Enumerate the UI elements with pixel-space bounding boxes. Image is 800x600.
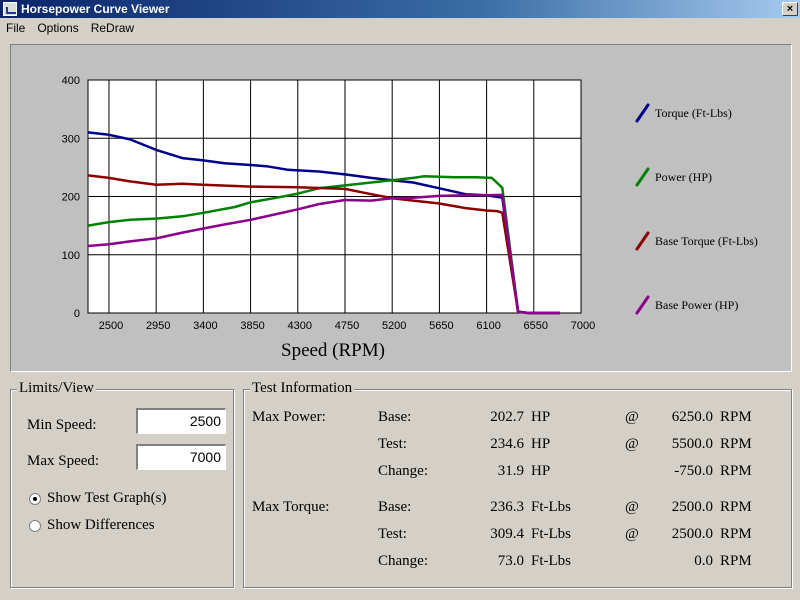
close-button[interactable]: × bbox=[782, 2, 798, 16]
horsepower-chart: 0 100 200 300 400 2500 2950 3400 3850 4300 4750 520… bbox=[62, 75, 758, 361]
torque-base-unit: Ft-Lbs bbox=[531, 499, 572, 515]
max-speed-input[interactable]: 7000 bbox=[136, 444, 226, 470]
x-tick-label: 3400 bbox=[193, 320, 217, 332]
chart-legend: Torque (Ft-Lbs) Power (HP) Base Torque (Ft… bbox=[635, 103, 758, 315]
show-differences-label: Show Differences bbox=[47, 517, 155, 533]
power-change-unit: HP bbox=[531, 463, 551, 479]
power-base-unit: HP bbox=[531, 409, 551, 425]
legend-label-4: Base Power (HP) bbox=[655, 298, 738, 312]
test-information-group: Test Information Max Power: Max Torque: … bbox=[243, 380, 792, 588]
x-tick-label: 2950 bbox=[146, 320, 170, 332]
legend-swatch-2 bbox=[635, 167, 650, 187]
x-tick-label: 5200 bbox=[382, 320, 406, 332]
x-tick-label: 7000 bbox=[571, 320, 595, 332]
y-tick-label: 300 bbox=[62, 133, 80, 145]
show-differences-radio[interactable] bbox=[29, 519, 41, 532]
torque-change-value: 73.0 bbox=[497, 553, 524, 569]
show-test-graphs-radio[interactable] bbox=[29, 492, 41, 505]
x-tick-label: 3850 bbox=[240, 320, 264, 332]
legend-swatch-1 bbox=[635, 103, 650, 123]
menu-file[interactable]: File bbox=[0, 21, 31, 35]
power-test-rpm: 5500.0 bbox=[671, 436, 713, 452]
power-change-rpm: -750.0 bbox=[674, 463, 713, 479]
torque-base-rpm-unit: RPM bbox=[720, 499, 752, 515]
max-speed-label: Max Speed: bbox=[27, 453, 100, 469]
show-test-graphs-option[interactable]: Show Test Graph(s) bbox=[29, 490, 167, 507]
show-differences-option[interactable]: Show Differences bbox=[29, 517, 155, 534]
power-base-rpm-unit: RPM bbox=[720, 409, 752, 425]
power-test-value: 234.6 bbox=[490, 436, 524, 452]
torque-change-label: Change: bbox=[378, 553, 428, 569]
menu-redraw[interactable]: ReDraw bbox=[85, 21, 140, 35]
title-bar: Horsepower Curve Viewer × bbox=[0, 0, 800, 18]
legend-swatch-3 bbox=[635, 231, 650, 251]
chart-panel: 0 100 200 300 400 2500 2950 3400 3850 4300 4750 520… bbox=[10, 44, 792, 372]
legend-label-3: Base Torque (Ft-Lbs) bbox=[655, 234, 758, 248]
power-base-value: 202.7 bbox=[490, 409, 524, 425]
torque-base-label: Base: bbox=[378, 499, 412, 515]
min-speed-input[interactable]: 2500 bbox=[136, 408, 226, 434]
power-change-value: 31.9 bbox=[497, 463, 524, 479]
legend-label-2: Power (HP) bbox=[655, 170, 712, 184]
torque-test-value: 309.4 bbox=[490, 526, 524, 542]
torque-change-rpm-unit: RPM bbox=[720, 553, 752, 569]
x-tick-label: 4300 bbox=[288, 320, 312, 332]
x-tick-label: 2500 bbox=[99, 320, 123, 332]
torque-change-rpm: 0.0 bbox=[694, 553, 713, 569]
power-test-rpm-unit: RPM bbox=[720, 436, 752, 452]
torque-base-value: 236.3 bbox=[490, 499, 524, 515]
test-information-title: Test Information bbox=[250, 380, 355, 397]
torque-change-unit: Ft-Lbs bbox=[531, 553, 572, 569]
power-change-rpm-unit: RPM bbox=[720, 463, 752, 479]
limits-view-title: Limits/View bbox=[17, 380, 96, 397]
torque-test-rpm-unit: RPM bbox=[720, 526, 752, 542]
min-speed-label: Min Speed: bbox=[27, 417, 97, 433]
x-tick-label: 5650 bbox=[429, 320, 453, 332]
x-tick-label: 4750 bbox=[335, 320, 359, 332]
legend-label-1: Torque (Ft-Lbs) bbox=[655, 106, 732, 120]
torque-test-rpm: 2500.0 bbox=[671, 526, 713, 542]
x-tick-label: 6100 bbox=[476, 320, 500, 332]
show-test-graphs-label: Show Test Graph(s) bbox=[47, 490, 167, 506]
menu-options[interactable]: Options bbox=[31, 21, 84, 35]
y-tick-label: 0 bbox=[74, 308, 80, 320]
y-tick-label: 400 bbox=[62, 75, 80, 87]
power-base-rpm: 6250.0 bbox=[671, 409, 713, 425]
torque-test-label: Test: bbox=[378, 526, 407, 542]
x-tick-label: 6550 bbox=[524, 320, 548, 332]
window-title: Horsepower Curve Viewer bbox=[21, 2, 170, 16]
max-power-label: Max Power: bbox=[252, 409, 326, 425]
power-test-unit: HP bbox=[531, 436, 551, 452]
legend-swatch-4 bbox=[635, 295, 650, 315]
torque-test-unit: Ft-Lbs bbox=[531, 526, 572, 542]
x-axis-label: Speed (RPM) bbox=[281, 340, 385, 361]
limits-view-group: Limits/View Min Speed: 2500 Max Speed: 7… bbox=[10, 380, 234, 588]
power-base-label: Base: bbox=[378, 409, 412, 425]
power-test-label: Test: bbox=[378, 436, 407, 452]
chart-grid bbox=[87, 79, 582, 314]
max-torque-label: Max Torque: bbox=[252, 499, 330, 515]
y-tick-label: 100 bbox=[62, 250, 80, 262]
app-icon bbox=[3, 2, 17, 16]
power-change-label: Change: bbox=[378, 463, 428, 479]
menu-bar: File Options ReDraw bbox=[0, 18, 800, 38]
y-tick-label: 200 bbox=[62, 192, 80, 204]
torque-base-rpm: 2500.0 bbox=[671, 499, 713, 515]
